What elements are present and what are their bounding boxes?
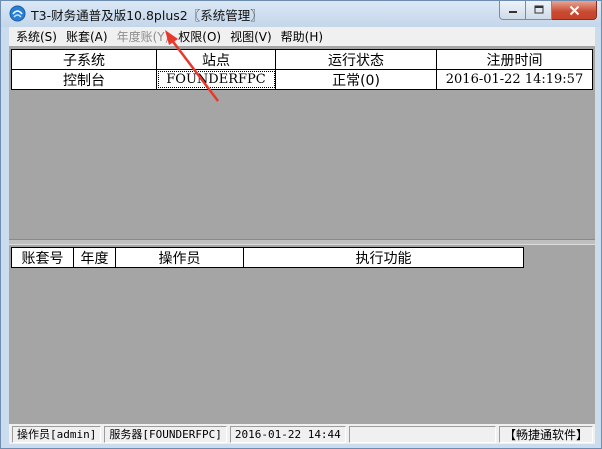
column-header-account-no[interactable]: 账套号 bbox=[12, 248, 74, 267]
cell-subsystem[interactable]: 控制台 bbox=[12, 70, 157, 89]
column-header-register-time[interactable]: 注册时间 bbox=[437, 50, 592, 69]
status-bar: 操作员[admin] 服务器[FOUNDERFPC] 2016-01-22 14… bbox=[9, 424, 595, 444]
minimize-icon bbox=[508, 11, 517, 13]
app-window: T3-财务通普及版10.8plus2〖系统管理〗 系统(S) 账套(A) 年度账… bbox=[0, 0, 602, 449]
window-title: T3-财务通普及版10.8plus2〖系统管理〗 bbox=[31, 8, 263, 23]
status-datetime: 2016-01-22 14:44 bbox=[229, 425, 346, 443]
menu-annual-account[interactable]: 年度账(Y) bbox=[114, 28, 176, 45]
menu-help[interactable]: 帮助(H) bbox=[278, 28, 329, 45]
status-server: 服务器[FOUNDERFPC] bbox=[104, 425, 227, 443]
cell-register-time[interactable]: 2016-01-22 14:19:57 bbox=[437, 70, 592, 89]
menu-system[interactable]: 系统(S) bbox=[13, 28, 63, 45]
column-header-subsystem[interactable]: 子系统 bbox=[12, 50, 157, 69]
cell-station[interactable]: FOUNDERFPC bbox=[157, 70, 276, 89]
app-logo-icon bbox=[9, 5, 26, 22]
menu-permissions[interactable]: 权限(O) bbox=[175, 28, 227, 45]
cell-status[interactable]: 正常(0) bbox=[276, 70, 437, 89]
status-brand: 【畅捷通软件】 bbox=[498, 425, 593, 443]
close-icon bbox=[569, 5, 579, 15]
client-area: 子系统 站点 运行状态 注册时间 控制台 FOUNDERFPC 正常(0) 20… bbox=[9, 46, 595, 424]
menu-view[interactable]: 视图(V) bbox=[227, 28, 278, 45]
window-controls bbox=[499, 1, 597, 20]
maximize-icon bbox=[534, 5, 543, 14]
subsystem-table-header: 子系统 站点 运行状态 注册时间 bbox=[11, 49, 593, 70]
pane-splitter[interactable] bbox=[9, 239, 595, 245]
table-row[interactable]: 控制台 FOUNDERFPC 正常(0) 2016-01-22 14:19:57 bbox=[11, 70, 593, 90]
menu-account-set[interactable]: 账套(A) bbox=[63, 28, 114, 45]
column-header-station[interactable]: 站点 bbox=[157, 50, 276, 69]
task-table-header: 账套号 年度 操作员 执行功能 bbox=[11, 247, 524, 268]
status-empty-panel bbox=[348, 425, 496, 443]
column-header-function[interactable]: 执行功能 bbox=[244, 248, 523, 267]
status-operator: 操作员[admin] bbox=[12, 425, 102, 443]
column-header-operator[interactable]: 操作员 bbox=[116, 248, 244, 267]
minimize-button[interactable] bbox=[499, 1, 526, 20]
title-bar[interactable]: T3-财务通普及版10.8plus2〖系统管理〗 bbox=[1, 1, 601, 27]
column-header-status[interactable]: 运行状态 bbox=[276, 50, 437, 69]
close-button[interactable] bbox=[552, 1, 597, 20]
column-header-year[interactable]: 年度 bbox=[74, 248, 116, 267]
menu-bar: 系统(S) 账套(A) 年度账(Y) 权限(O) 视图(V) 帮助(H) bbox=[9, 27, 595, 46]
maximize-button[interactable] bbox=[526, 1, 552, 20]
